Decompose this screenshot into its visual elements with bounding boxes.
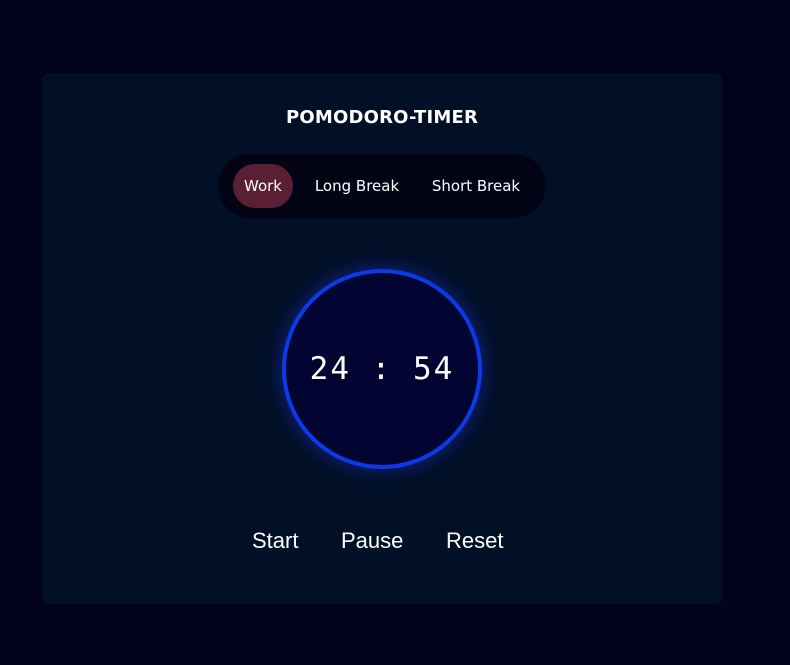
pause-button[interactable]: Pause bbox=[341, 526, 403, 556]
mode-long-break-button[interactable]: Long Break bbox=[306, 164, 408, 208]
timer-display: 24 : 54 bbox=[309, 351, 455, 387]
pomodoro-card: POMODORO-TIMER Work Long Break Short Bre… bbox=[42, 73, 722, 604]
timer-controls: Start Pause Reset bbox=[42, 526, 722, 556]
mode-work-button[interactable]: Work bbox=[233, 164, 293, 208]
app-title: POMODORO-TIMER bbox=[285, 107, 479, 128]
mode-selector: Work Long Break Short Break bbox=[218, 154, 546, 218]
timer-ring: 24 : 54 bbox=[282, 269, 482, 469]
start-button[interactable]: Start bbox=[252, 526, 298, 556]
reset-button[interactable]: Reset bbox=[446, 526, 503, 556]
mode-short-break-button[interactable]: Short Break bbox=[423, 164, 529, 208]
